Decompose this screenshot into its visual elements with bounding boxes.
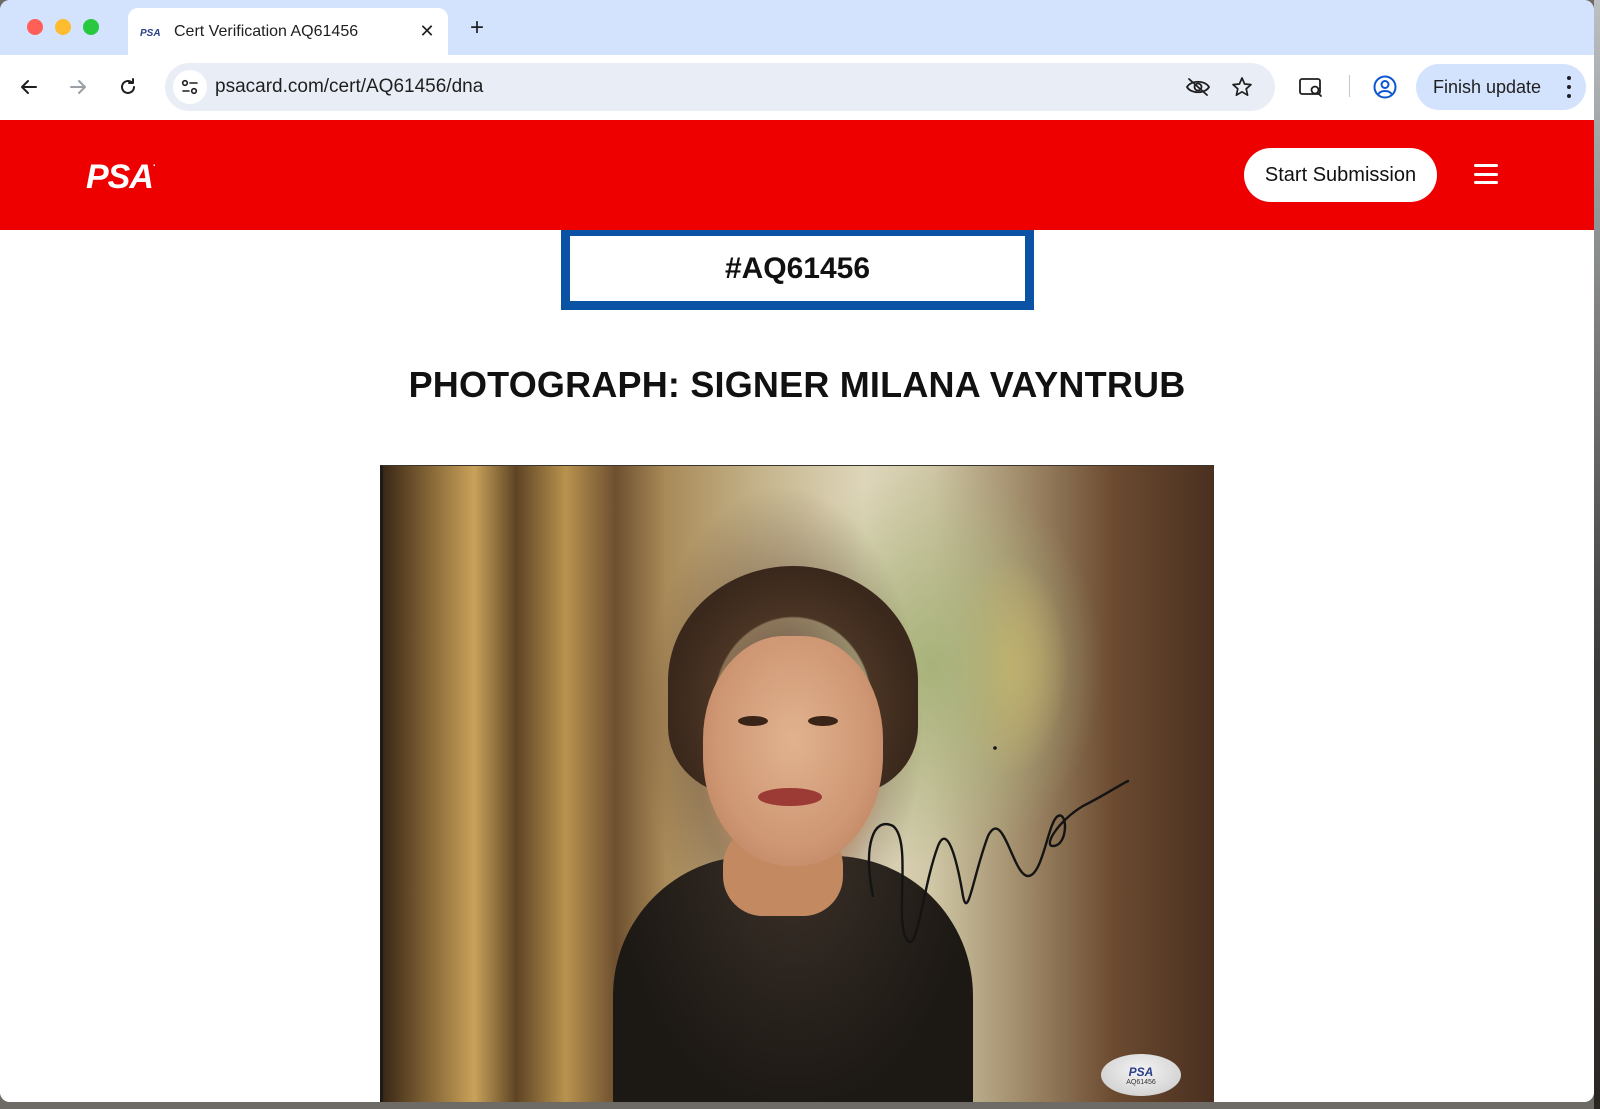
window-minimize-button[interactable] [55, 19, 71, 35]
favicon-text: PSA [140, 28, 161, 38]
photo-eye-right [808, 716, 838, 726]
page-content: PSA. Start Submission #AQ61456 PHOTOGRAP… [0, 120, 1594, 1102]
tab-cert-verification[interactable]: PSA Cert Verification AQ61456 ✕ [128, 8, 448, 55]
window-maximize-button[interactable] [83, 19, 99, 35]
cert-number-box: #AQ61456 [561, 230, 1034, 310]
address-bar[interactable]: psacard.com/cert/AQ61456/dna [165, 63, 1275, 111]
psa-authentication-sticker: PSA AQ61456 [1101, 1054, 1181, 1096]
photo-eye-left [738, 716, 768, 726]
reload-icon [121, 78, 135, 94]
window-close-button[interactable] [27, 19, 43, 35]
url-text[interactable]: psacard.com/cert/AQ61456/dna [215, 76, 483, 98]
start-submission-button[interactable]: Start Submission [1244, 148, 1437, 202]
arrow-right-icon [70, 80, 86, 94]
tab-search-button[interactable] [1294, 70, 1328, 104]
finish-update-button[interactable]: Finish update [1416, 64, 1586, 110]
browser-toolbar: psacard.com/cert/AQ61456/dna Finish upda… [0, 55, 1594, 120]
new-tab-button[interactable]: + [462, 13, 492, 43]
bookmark-star-icon[interactable] [1229, 74, 1255, 100]
finish-update-label: Finish update [1433, 76, 1542, 97]
tune-icon [181, 79, 198, 95]
toolbar-divider [1349, 75, 1350, 97]
forward-button[interactable] [61, 70, 95, 104]
sticker-logo: PSA [1128, 1064, 1154, 1079]
autographed-photograph: PSA AQ61456 [380, 465, 1214, 1102]
desktop-background [1594, 0, 1600, 1109]
site-settings-button[interactable] [173, 70, 207, 104]
item-title: PHOTOGRAPH: SIGNER MILANA VAYNTRUB [408, 364, 1186, 405]
signature-icon [867, 746, 1130, 944]
tab-title: Cert Verification AQ61456 [174, 22, 359, 40]
reload-button[interactable] [111, 70, 145, 104]
eye-off-icon[interactable] [1185, 74, 1211, 100]
back-button[interactable] [12, 70, 46, 104]
arrow-left-icon [21, 80, 37, 94]
close-tab-icon[interactable]: ✕ [414, 19, 440, 45]
more-options-icon[interactable] [1566, 76, 1572, 98]
browser-window: PSA Cert Verification AQ61456 ✕ + psacar… [0, 0, 1594, 1102]
registered-mark-icon: . [152, 158, 156, 169]
menu-icon[interactable] [1474, 164, 1498, 184]
psa-logo[interactable]: PSA. [86, 158, 156, 197]
psa-favicon-icon: PSA [140, 25, 164, 39]
site-header: PSA. Start Submission [0, 120, 1594, 230]
profile-button[interactable] [1368, 70, 1402, 104]
tab-strip: PSA Cert Verification AQ61456 ✕ + [0, 0, 1594, 55]
psa-logo-text: PSA [86, 158, 154, 196]
photo-lips-shape [758, 788, 822, 806]
sticker-number: AQ61456 [1126, 1078, 1156, 1086]
profile-icon [1373, 75, 1397, 99]
tab-search-icon [1299, 78, 1322, 97]
